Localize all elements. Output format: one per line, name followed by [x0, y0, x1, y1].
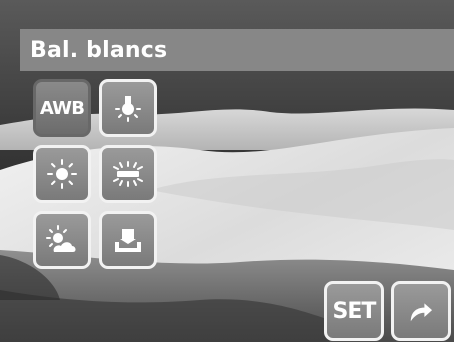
- return-button[interactable]: [391, 281, 451, 341]
- wb-fluorescent-button[interactable]: [99, 145, 157, 203]
- camera-menu-screen: Bal. blancs AWB SET: [0, 0, 454, 342]
- wb-custom-button[interactable]: [99, 211, 157, 269]
- menu-title: Bal. blancs: [30, 37, 168, 63]
- menu-title-bar: Bal. blancs: [20, 29, 454, 71]
- tungsten-bulb-icon: [115, 96, 141, 122]
- sun-icon: [47, 159, 77, 189]
- set-label: SET: [332, 298, 377, 324]
- fluorescent-tube-icon: [113, 161, 143, 187]
- wb-daylight-button[interactable]: [33, 145, 91, 203]
- return-arrow-icon: [410, 303, 433, 322]
- set-button[interactable]: SET: [324, 281, 384, 341]
- custom-wb-icon: [115, 229, 141, 252]
- wb-awb-button[interactable]: AWB: [33, 79, 91, 137]
- wb-tungsten-button[interactable]: [99, 79, 157, 137]
- sun-cloud-icon: [46, 225, 76, 252]
- wb-cloudy-button[interactable]: [33, 211, 91, 269]
- awb-label: AWB: [39, 97, 85, 119]
